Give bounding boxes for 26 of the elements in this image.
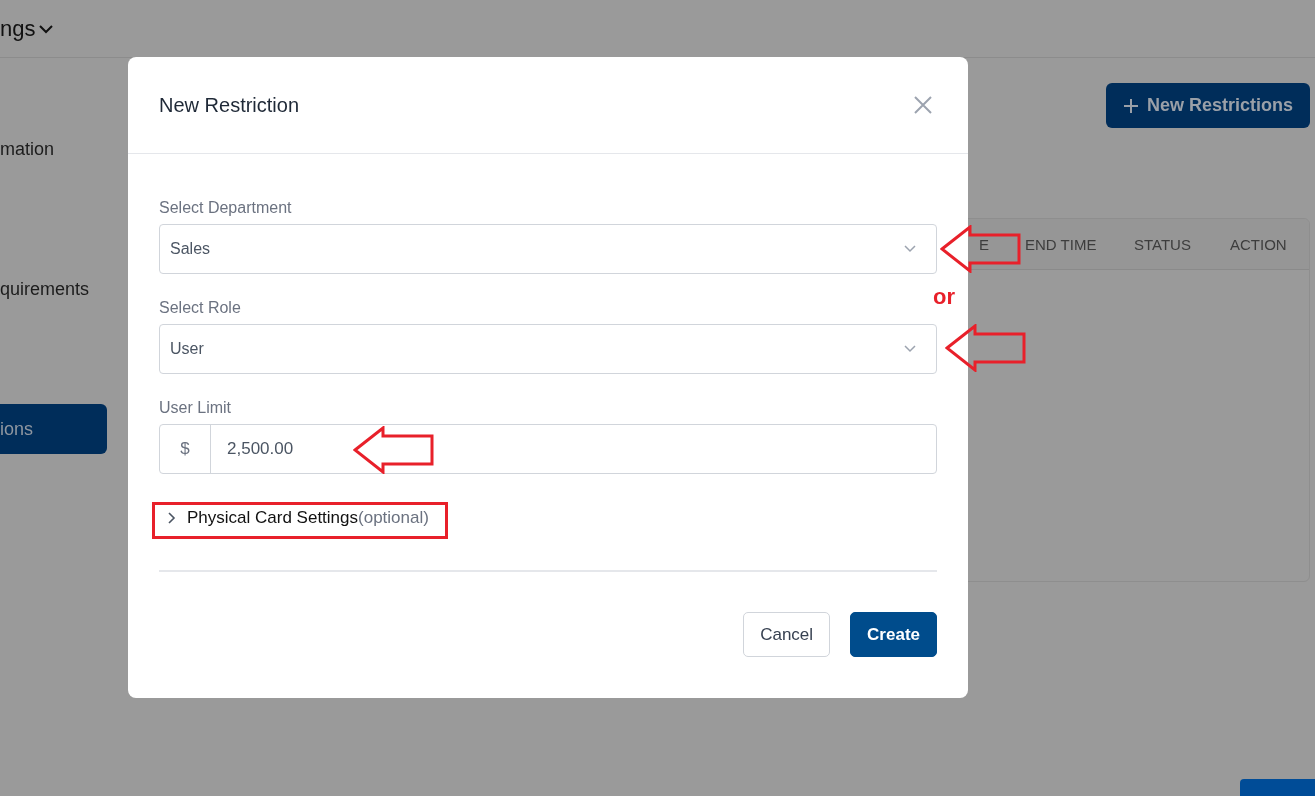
annotation-text: or [933, 284, 955, 310]
sidebar-item[interactable]: ions [0, 404, 107, 454]
plus-icon [1122, 97, 1139, 114]
page-title: ngs [0, 15, 36, 42]
field-label: User Limit [159, 398, 232, 418]
column-header: END TIME [1024, 235, 1098, 253]
select-field[interactable]: User [159, 324, 937, 374]
dialog-title: New Restriction [159, 93, 300, 117]
new-restrictions-button[interactable]: New Restrictions [1106, 83, 1310, 128]
chevron-down-icon [904, 345, 916, 353]
sidebar-item[interactable]: quirements [0, 264, 107, 314]
cancel-button[interactable]: Cancel [743, 612, 831, 657]
column-header: ACTION [1229, 235, 1288, 253]
column-header: E [979, 235, 989, 253]
currency-prefix: $ [160, 425, 211, 473]
sidebar-item[interactable]: mation [0, 124, 107, 174]
field-label: Select Department [159, 198, 293, 218]
close-icon[interactable] [913, 95, 933, 115]
chevron-down-icon[interactable] [39, 23, 54, 34]
chevron-down-icon [904, 245, 916, 253]
amount-field[interactable]: $ 2,500.00 [159, 424, 937, 474]
select-field[interactable]: Sales [159, 224, 937, 274]
column-header: STATUS [1133, 235, 1192, 253]
field-label: Select Role [159, 298, 242, 318]
toggle-label: Physical Card Settings(optional) [187, 508, 429, 528]
create-button[interactable]: Create [850, 612, 937, 657]
